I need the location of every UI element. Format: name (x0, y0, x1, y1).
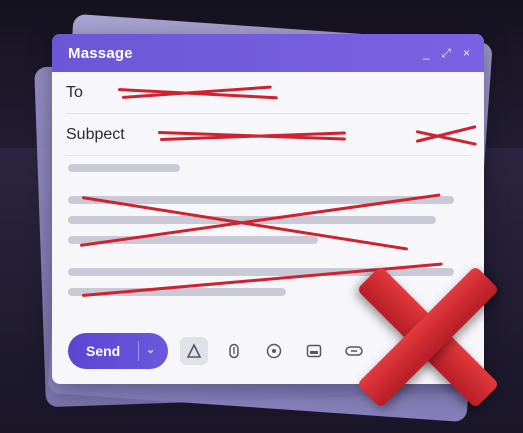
compose-titlebar: Massage _ ⤢ × (52, 34, 484, 72)
send-options-icon[interactable]: ⌄ (146, 343, 155, 356)
attach-icon[interactable] (220, 337, 248, 365)
minimize-icon[interactable]: _ (423, 46, 430, 61)
to-label: To (66, 83, 83, 101)
window-title: Massage (68, 44, 133, 62)
send-button[interactable]: Send ⌄ (68, 333, 168, 369)
send-label: Send (86, 343, 121, 359)
to-field-row[interactable]: To (66, 72, 470, 114)
image-icon[interactable] (300, 337, 328, 365)
window-controls: _ ⤢ × (423, 46, 470, 61)
subject-field-row[interactable]: Subpect (66, 114, 477, 156)
subject-label: Subpect (66, 125, 125, 143)
rejected-x-icon (348, 256, 508, 416)
expand-icon[interactable]: ⤢ (441, 46, 451, 61)
emoji-icon[interactable] (260, 337, 288, 365)
body-text-line (68, 164, 180, 172)
send-separator (138, 341, 139, 361)
text-format-icon[interactable] (180, 337, 208, 365)
close-icon[interactable]: × (463, 46, 470, 61)
